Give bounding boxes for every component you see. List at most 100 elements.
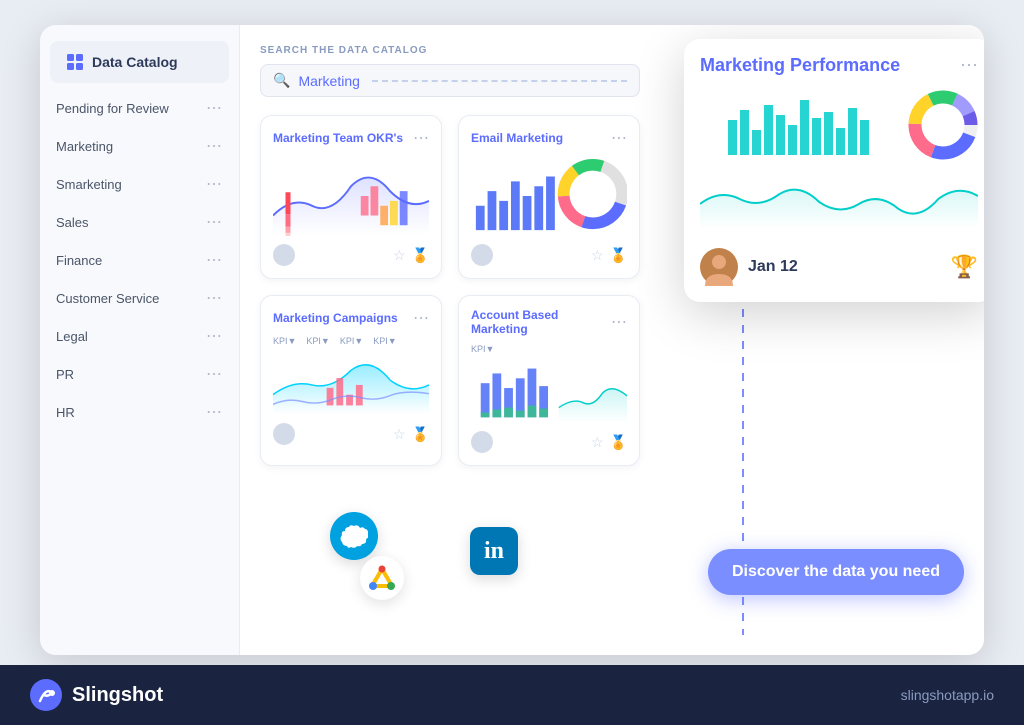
card-header: Marketing Campaigns ⋯ [273, 308, 429, 328]
card-actions: ☆ 🏅 [393, 247, 429, 264]
card-footer: ☆ 🏅 [273, 423, 429, 445]
floating-charts-row [700, 90, 978, 160]
kpi-label: KPI▼ [471, 344, 627, 354]
floating-card-footer: Jan 12 🏆 [700, 248, 978, 286]
card-account-based[interactable]: Account Based Marketing ⋯ KPI▼ [458, 295, 640, 466]
card-footer: ☆ 🏅 [273, 244, 429, 266]
badge-icon: 🏅 [412, 426, 429, 443]
brand-logo: Slingshot [30, 679, 163, 711]
catalog-icon [66, 53, 84, 71]
card-actions: ☆ 🏅 [393, 426, 429, 443]
card-title: Marketing Campaigns [273, 311, 398, 325]
card-title: Marketing Team OKR's [273, 131, 403, 145]
card-menu-icon[interactable]: ⋯ [611, 312, 627, 332]
star-icon[interactable]: ☆ [393, 247, 406, 264]
star-icon[interactable]: ☆ [393, 426, 406, 443]
card-menu-icon[interactable]: ⋯ [413, 308, 429, 328]
card-chart [471, 358, 627, 423]
card-header: Email Marketing ⋯ [471, 128, 627, 148]
area-chart [273, 350, 429, 415]
card-menu-icon[interactable]: ⋯ [611, 128, 627, 148]
star-icon[interactable]: ☆ [591, 247, 604, 264]
sidebar-item-finance[interactable]: Finance ⋯ [40, 241, 239, 279]
fc-trophy-badge: 🏆 [951, 254, 978, 280]
card-avatar [471, 244, 493, 266]
card-avatar [273, 244, 295, 266]
bar-line-chart [471, 358, 627, 423]
linkedin-text: in [484, 538, 504, 565]
dots-icon: ⋯ [206, 212, 223, 232]
sidebar-item-pr[interactable]: PR ⋯ [40, 355, 239, 393]
main-content: SEARCH THE DATA CATALOG 🔍 Marketing Mark… [240, 25, 984, 655]
fc-donut-svg [908, 90, 978, 160]
search-icon: 🔍 [273, 72, 290, 89]
bar-donut-chart [471, 156, 627, 236]
dots-icon: ⋯ [206, 364, 223, 384]
kpi-labels: KPI▼KPI▼KPI▼KPI▼ [273, 336, 429, 346]
main-container: Data Catalog Pending for Review ⋯ Market… [40, 25, 984, 655]
salesforce-icon [340, 522, 368, 550]
search-decoration [372, 80, 627, 82]
bar-chart-left [273, 186, 323, 236]
card-footer: ☆ 🏅 [471, 244, 627, 266]
badge-icon: 🏅 [610, 434, 627, 451]
bottom-bar: Slingshot slingshotapp.io [0, 665, 1024, 725]
star-icon[interactable]: ☆ [591, 434, 604, 451]
card-title: Account Based Marketing [471, 308, 611, 336]
card-avatar [273, 423, 295, 445]
badge-icon: 🏅 [412, 247, 429, 264]
floating-card-menu-icon[interactable]: ⋯ [960, 55, 978, 76]
dots-icon: ⋯ [206, 288, 223, 308]
slingshot-icon [30, 679, 62, 711]
dots-icon: ⋯ [206, 402, 223, 422]
badge-icon: 🏅 [610, 247, 627, 264]
sidebar-item-sales[interactable]: Sales ⋯ [40, 203, 239, 241]
sidebar-item-marketing[interactable]: Marketing ⋯ [40, 127, 239, 165]
sidebar-item-legal[interactable]: Legal ⋯ [40, 317, 239, 355]
card-chart [471, 156, 627, 236]
card-footer: ☆ 🏅 [471, 431, 627, 453]
cards-grid: Marketing Team OKR's ⋯ [260, 115, 640, 466]
sidebar-item-smarketing[interactable]: Smarketing ⋯ [40, 165, 239, 203]
card-avatar [471, 431, 493, 453]
fc-line-chart-svg [700, 174, 978, 229]
search-bar[interactable]: 🔍 Marketing [260, 64, 640, 97]
floating-performance-card: Marketing Performance ⋯ [684, 39, 984, 302]
dots-icon: ⋯ [206, 250, 223, 270]
card-chart [273, 156, 429, 236]
fc-bar-chart-svg [700, 90, 896, 160]
sidebar-item-pending[interactable]: Pending for Review ⋯ [40, 89, 239, 127]
dots-icon: ⋯ [206, 326, 223, 346]
card-actions: ☆ 🏅 [591, 434, 627, 451]
card-menu-icon[interactable]: ⋯ [413, 128, 429, 148]
card-marketing-campaigns[interactable]: Marketing Campaigns ⋯ KPI▼KPI▼KPI▼KPI▼ [260, 295, 442, 466]
floating-card-title: Marketing Performance [700, 55, 900, 76]
sidebar-title: Data Catalog [92, 54, 178, 70]
card-marketing-okr[interactable]: Marketing Team OKR's ⋯ [260, 115, 442, 279]
sidebar: Data Catalog Pending for Review ⋯ Market… [40, 25, 240, 655]
linkedin-logo: in [470, 527, 518, 575]
dots-icon: ⋯ [206, 98, 223, 118]
card-header: Marketing Team OKR's ⋯ [273, 128, 429, 148]
cta-button[interactable]: Discover the data you need [708, 549, 964, 595]
card-header: Account Based Marketing ⋯ [471, 308, 627, 336]
search-value: Marketing [298, 73, 359, 89]
salesforce-logo [330, 512, 378, 560]
dots-icon: ⋯ [206, 136, 223, 156]
card-actions: ☆ 🏅 [591, 247, 627, 264]
fc-avatar-svg [700, 248, 738, 286]
app-name: Slingshot [72, 684, 163, 707]
sidebar-item-hr[interactable]: HR ⋯ [40, 393, 239, 431]
google-ads-icon [368, 564, 396, 592]
sidebar-header: Data Catalog [50, 41, 229, 83]
floating-card-header: Marketing Performance ⋯ [700, 55, 978, 76]
google-ads-logo [360, 556, 404, 600]
fc-date: Jan 12 [748, 258, 798, 276]
card-title: Email Marketing [471, 131, 563, 145]
app-url: slingshotapp.io [901, 687, 994, 703]
fc-user-info: Jan 12 [700, 248, 798, 286]
sidebar-item-customer-service[interactable]: Customer Service ⋯ [40, 279, 239, 317]
card-email-marketing[interactable]: Email Marketing ⋯ [458, 115, 640, 279]
card-chart [273, 350, 429, 415]
dots-icon: ⋯ [206, 174, 223, 194]
